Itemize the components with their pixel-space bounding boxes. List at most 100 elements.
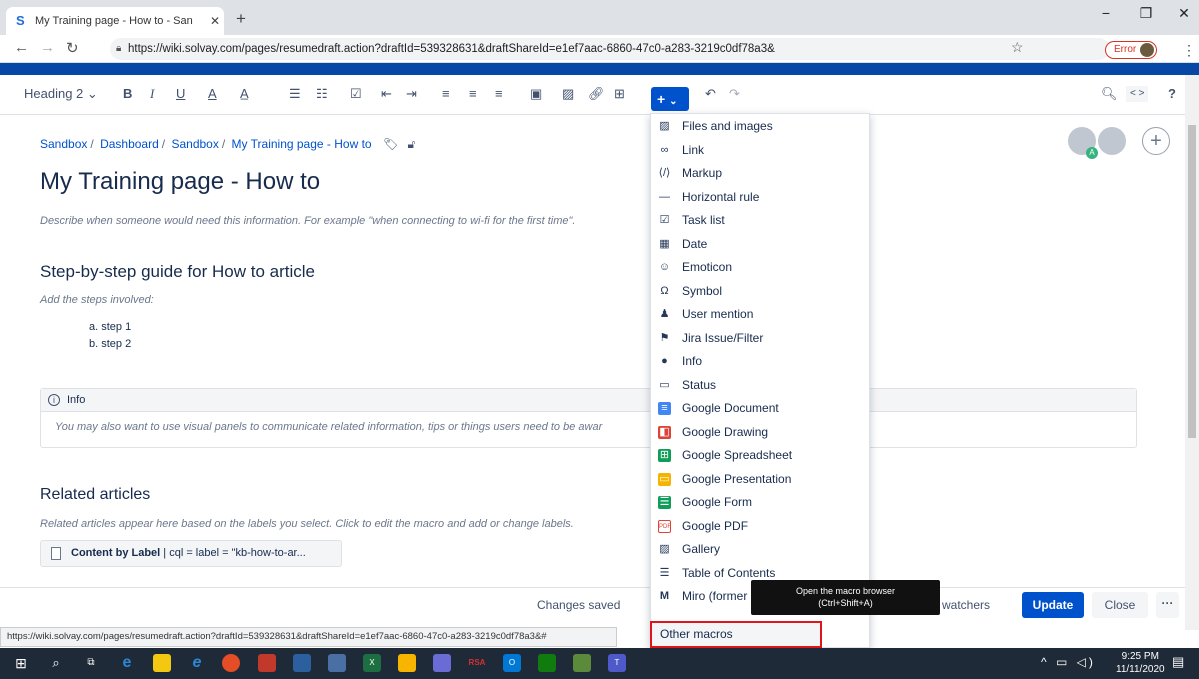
- forward-arrow-icon[interactable]: →: [40, 39, 55, 56]
- tab-close-button[interactable]: ✕: [206, 14, 224, 28]
- update-button[interactable]: Update: [1022, 592, 1084, 618]
- align-right-icon[interactable]: ≡: [495, 86, 503, 102]
- notification-icon[interactable]: ▤: [1172, 654, 1184, 670]
- numbered-list-icon[interactable]: ☷: [316, 86, 328, 102]
- list-item[interactable]: a. step 1: [89, 321, 131, 333]
- page-title[interactable]: My Training page - How to: [40, 168, 320, 196]
- insert-more-button[interactable]: + ⌄: [651, 87, 689, 111]
- windows-start-icon[interactable]: ⊞: [12, 654, 30, 672]
- breadcrumb-item[interactable]: Dashboard: [100, 137, 159, 151]
- app-icon[interactable]: [293, 654, 311, 672]
- related-heading[interactable]: Related articles: [40, 486, 150, 504]
- browser-menu-icon[interactable]: ⋮: [1182, 42, 1196, 59]
- back-arrow-icon[interactable]: ←: [14, 39, 29, 56]
- scrollbar-thumb[interactable]: [1188, 125, 1196, 438]
- new-tab-button[interactable]: +: [236, 9, 246, 29]
- menu-item-files-images[interactable]: ▨ Files and images: [651, 115, 870, 139]
- taskbar-clock[interactable]: 9:25 PM 11/11/2020: [1116, 650, 1165, 676]
- watchers-link[interactable]: watchers: [942, 598, 990, 612]
- info-panel-body[interactable]: You may also want to use visual panels t…: [41, 411, 1136, 448]
- text-color-button[interactable]: A: [208, 86, 217, 102]
- list-item[interactable]: b. step 2: [89, 338, 131, 350]
- menu-item-google-form[interactable]: ☰ Google Form: [651, 491, 870, 515]
- restore-button[interactable]: ❐: [1136, 5, 1156, 22]
- menu-item-google-pdf[interactable]: PDF Google PDF: [651, 515, 870, 539]
- text-format-icon[interactable]: A̲: [240, 86, 249, 102]
- search-icon[interactable]: ⌕: [47, 654, 65, 672]
- avatar[interactable]: [1096, 125, 1128, 157]
- window-close-button[interactable]: ✕: [1174, 5, 1194, 22]
- app-icon[interactable]: [433, 654, 451, 672]
- steps-hint[interactable]: Add the steps involved:: [40, 294, 154, 306]
- menu-item-google-document[interactable]: ≡ Google Document: [651, 397, 870, 421]
- layout-icon[interactable]: ▣: [530, 86, 542, 102]
- menu-item-markup[interactable]: ⟨/⟩ Markup: [651, 162, 870, 186]
- bookmark-star-icon[interactable]: ☆: [1011, 39, 1024, 56]
- indent-icon[interactable]: ⇥: [406, 86, 417, 102]
- app-icon[interactable]: [573, 654, 591, 672]
- info-panel[interactable]: i Info You may also want to use visual p…: [40, 388, 1137, 448]
- breadcrumb-item[interactable]: My Training page - How to: [232, 137, 372, 151]
- label-tag-icon[interactable]: 🏷︎: [383, 137, 398, 151]
- more-options-button[interactable]: ···: [1156, 592, 1179, 618]
- bullet-list-icon[interactable]: ☰: [289, 86, 301, 102]
- outdent-icon[interactable]: ⇤: [381, 86, 392, 102]
- internet-explorer-icon[interactable]: e: [188, 654, 206, 672]
- step-heading[interactable]: Step-by-step guide for How to article: [40, 262, 315, 282]
- app-icon[interactable]: [258, 654, 276, 672]
- minimize-button[interactable]: −: [1096, 5, 1116, 21]
- chrome-icon[interactable]: [222, 654, 240, 672]
- rsa-icon[interactable]: RSA: [468, 654, 486, 672]
- undo-icon[interactable]: ↶: [705, 86, 716, 102]
- menu-item-user-mention[interactable]: ♟ User mention: [651, 303, 870, 327]
- reload-icon[interactable]: ↻: [66, 39, 79, 57]
- menu-item-google-drawing[interactable]: ◧ Google Drawing: [651, 421, 870, 445]
- bold-button[interactable]: B: [123, 86, 132, 102]
- invite-collaborator-button[interactable]: +: [1142, 127, 1170, 155]
- menu-item-symbol[interactable]: Ω Symbol: [651, 280, 870, 304]
- profile-error-button[interactable]: Error: [1105, 41, 1157, 59]
- source-code-icon[interactable]: < >: [1126, 86, 1149, 102]
- menu-item-task-list[interactable]: ☑ Task list: [651, 209, 870, 233]
- italic-button[interactable]: I: [150, 86, 154, 102]
- find-replace-icon[interactable]: 🔍︎: [1101, 86, 1118, 102]
- lock-icon[interactable]: 🔒︎: [116, 38, 121, 60]
- menu-item-date[interactable]: ▦ Date: [651, 233, 870, 257]
- url-field[interactable]: 🔒︎ https://wiki.solvay.com/pages/resumed…: [110, 38, 1110, 60]
- image-icon[interactable]: ▨: [562, 86, 574, 102]
- teams-icon[interactable]: T: [608, 654, 626, 672]
- outlook-icon[interactable]: O: [503, 654, 521, 672]
- menu-item-link[interactable]: ∞ Link: [651, 139, 870, 163]
- related-hint[interactable]: Related articles appear here based on th…: [40, 518, 574, 530]
- menu-item-status[interactable]: ▭ Status: [651, 374, 870, 398]
- task-view-icon[interactable]: ⧉: [82, 654, 100, 672]
- task-list-icon[interactable]: ☑: [350, 86, 362, 102]
- content-by-label-macro[interactable]: Content by Label | cql = label = "kb-how…: [40, 540, 342, 567]
- menu-item-google-spreadsheet[interactable]: ⊞ Google Spreadsheet: [651, 444, 870, 468]
- browser-tab[interactable]: S My Training page - How to - San ✕: [6, 7, 224, 35]
- system-tray[interactable]: ^ ▭ ◁): [1041, 655, 1096, 669]
- menu-item-google-presentation[interactable]: ▭ Google Presentation: [651, 468, 870, 492]
- breadcrumb-item[interactable]: Sandbox: [171, 137, 218, 151]
- help-icon[interactable]: ?: [1168, 86, 1176, 102]
- menu-item-jira[interactable]: ⚑ Jira Issue/Filter: [651, 327, 870, 351]
- menu-item-emoticon[interactable]: ☺ Emoticon: [651, 256, 870, 280]
- excel-icon[interactable]: X: [363, 654, 381, 672]
- close-button[interactable]: Close: [1092, 592, 1148, 618]
- table-icon[interactable]: ⊞: [614, 86, 625, 102]
- app-icon[interactable]: [328, 654, 346, 672]
- menu-item-info[interactable]: ● Info: [651, 350, 870, 374]
- sticky-notes-icon[interactable]: [398, 654, 416, 672]
- align-center-icon[interactable]: ≡: [469, 86, 477, 102]
- breadcrumb-item[interactable]: Sandbox: [40, 137, 87, 151]
- file-explorer-icon[interactable]: [153, 654, 171, 672]
- app-icon[interactable]: [538, 654, 556, 672]
- link-icon[interactable]: 🔗︎: [588, 86, 605, 102]
- unlock-icon[interactable]: 🔓︎: [408, 137, 416, 151]
- redo-icon[interactable]: ↷: [729, 86, 740, 102]
- intro-text[interactable]: Describe when someone would need this in…: [40, 215, 575, 227]
- underline-button[interactable]: U: [176, 86, 185, 102]
- menu-item-horizontal-rule[interactable]: — Horizontal rule: [651, 186, 870, 210]
- heading-style-select[interactable]: Heading 2 ⌄: [24, 86, 98, 102]
- align-left-icon[interactable]: ≡: [442, 86, 450, 102]
